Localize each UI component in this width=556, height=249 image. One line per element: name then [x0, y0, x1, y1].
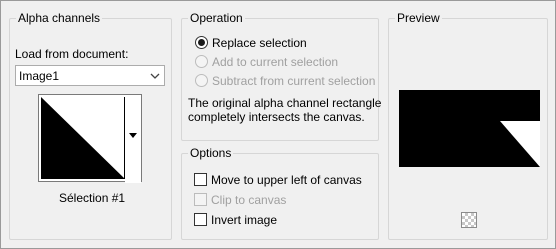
document-select[interactable]: Image1 — [15, 65, 165, 86]
radio-circle — [195, 74, 208, 87]
radio-circle — [195, 55, 208, 68]
invert-image-label: Invert image — [211, 213, 278, 227]
preview-canvas — [399, 90, 540, 167]
load-from-alpha-channel-dialog: Alpha channels Load from document: Image… — [0, 0, 556, 249]
document-select-value: Image1 — [19, 69, 60, 83]
add-to-selection-label: Add to current selection — [212, 55, 339, 69]
channel-name-label: Sélection #1 — [59, 191, 126, 205]
checkbox-box — [194, 213, 207, 226]
dropdown-arrow-icon — [129, 133, 137, 138]
operation-description-line1: The original alpha channel rectangle — [188, 96, 382, 110]
checkbox-box — [194, 193, 207, 206]
operation-description-line2: completely intersects the canvas. — [188, 110, 365, 124]
subtract-from-selection-label: Subtract from current selection — [212, 74, 376, 88]
move-to-upper-left-label: Move to upper left of canvas — [211, 173, 362, 187]
transparency-checker-icon[interactable] — [461, 212, 477, 228]
load-from-document-label: Load from document: — [15, 47, 129, 61]
radio-circle — [195, 36, 208, 49]
thumbnail-dropdown-button[interactable] — [125, 95, 141, 183]
replace-selection-label: Replace selection — [212, 36, 307, 50]
channel-thumbnail — [41, 97, 125, 179]
preview-group-title: Preview — [395, 11, 442, 25]
options-group-title: Options — [188, 146, 234, 160]
clip-to-canvas-label: Clip to canvas — [211, 193, 287, 207]
checkbox-box — [194, 173, 207, 186]
chevron-down-icon — [150, 73, 160, 79]
operation-group-title: Operation — [188, 11, 245, 25]
channel-thumbnail-selector[interactable] — [38, 94, 142, 183]
alpha-channels-group-title: Alpha channels — [16, 11, 103, 25]
